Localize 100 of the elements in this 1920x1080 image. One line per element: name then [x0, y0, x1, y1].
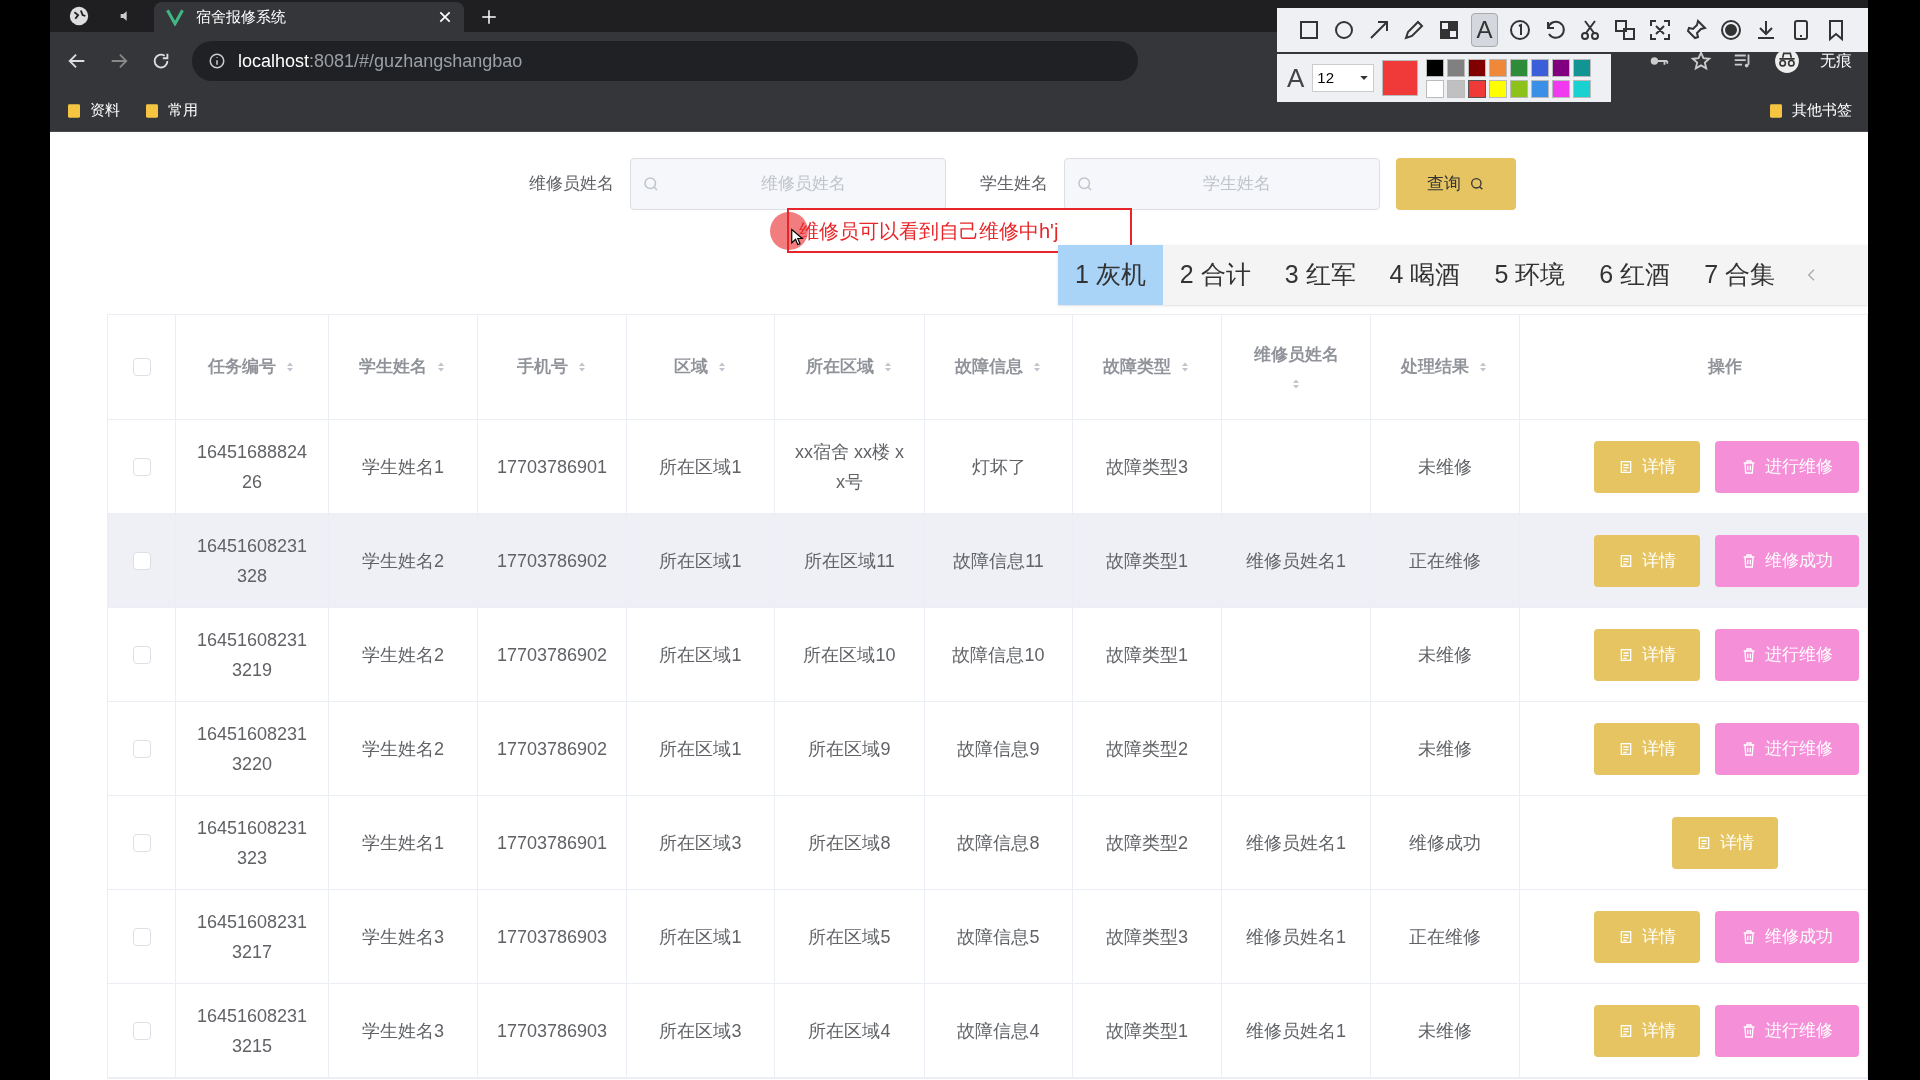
table-cell-text: 学生姓名2: [362, 737, 444, 761]
table-cell-text: 1645168882426: [196, 440, 308, 494]
repair-button[interactable]: 进行维修: [1715, 1004, 1859, 1057]
column-header[interactable]: 任务编号: [208, 354, 296, 380]
table-cell-text: 17703786902: [496, 549, 608, 573]
column-header[interactable]: 处理结果: [1401, 354, 1489, 380]
globe-icon[interactable]: [68, 5, 90, 27]
ime-candidate[interactable]: 7 合集: [1687, 245, 1792, 305]
color-swatch[interactable]: [1468, 58, 1487, 77]
ime-candidate[interactable]: 5 环境: [1477, 245, 1583, 305]
table-cell-text: 正在维修: [1409, 925, 1481, 949]
color-swatch[interactable]: [1510, 58, 1529, 77]
checkbox[interactable]: [132, 1021, 151, 1040]
table-cell-text: 所在区域1: [659, 925, 742, 949]
trash-icon: [1741, 1022, 1757, 1039]
column-header[interactable]: 学生姓名: [359, 354, 447, 380]
table-cell-text: 故障信息10: [952, 643, 1045, 667]
column-header[interactable]: 故障类型: [1103, 354, 1191, 380]
repair-button[interactable]: 维修成功: [1715, 910, 1859, 963]
color-swatch[interactable]: [1573, 58, 1592, 77]
detail-button[interactable]: 详情: [1594, 440, 1700, 493]
repair-button[interactable]: 进行维修: [1715, 628, 1859, 681]
column-header[interactable]: 故障信息: [954, 354, 1043, 380]
column-header[interactable]: 操作: [1707, 354, 1742, 380]
column-header[interactable]: 维修员姓名: [1253, 342, 1339, 392]
color-swatch[interactable]: [1447, 58, 1466, 77]
detail-button[interactable]: 详情: [1594, 722, 1700, 775]
table-cell-text: 17703786902: [496, 643, 608, 667]
color-swatch[interactable]: [1531, 79, 1550, 98]
detail-button[interactable]: 详情: [1594, 910, 1700, 963]
color-swatch[interactable]: [1510, 79, 1529, 98]
table-cell-text: 学生姓名1: [362, 831, 444, 855]
caret-icon: [1359, 73, 1370, 83]
document-icon: [1618, 646, 1634, 663]
detail-button[interactable]: 详情: [1594, 534, 1700, 587]
bookmark-link[interactable]: 资料: [66, 99, 120, 122]
checkbox[interactable]: [132, 645, 151, 664]
color-swatch[interactable]: [1447, 79, 1466, 98]
table-cell-text: 故障类型1: [1106, 549, 1188, 573]
repair-button[interactable]: 进行维修: [1715, 722, 1859, 775]
bookmark-link[interactable]: 常用: [144, 99, 198, 122]
checkbox[interactable]: [132, 927, 151, 946]
table-cell-text: 17703786902: [496, 737, 608, 761]
checkbox[interactable]: [132, 457, 151, 476]
trash-icon: [1741, 646, 1757, 663]
current-color-swatch[interactable]: [1382, 60, 1419, 96]
repair-button[interactable]: 进行维修: [1715, 440, 1859, 493]
table-cell-text: 17703786901: [496, 455, 608, 479]
font-label: A: [1287, 61, 1305, 95]
browser-tab[interactable]: 宿舍报修系统: [154, 2, 464, 32]
table-cell-text: 所在区域1: [659, 737, 742, 761]
table-cell-text: 学生姓名3: [362, 1019, 444, 1043]
folder-icon: [144, 101, 160, 120]
color-swatch[interactable]: [1552, 58, 1571, 77]
color-swatch[interactable]: [1468, 79, 1487, 98]
color-swatch[interactable]: [1489, 79, 1508, 98]
color-swatch[interactable]: [1426, 79, 1445, 98]
color-swatch[interactable]: [1426, 58, 1445, 77]
checkbox[interactable]: [132, 739, 151, 758]
detail-button[interactable]: 详情: [1671, 816, 1778, 869]
close-icon[interactable]: [438, 10, 452, 24]
repair-button[interactable]: 维修成功: [1715, 534, 1859, 587]
detail-button[interactable]: 详情: [1594, 628, 1700, 681]
ime-candidate[interactable]: 2 合计: [1162, 245, 1268, 305]
text-tool[interactable]: A: [1470, 13, 1499, 47]
query-button[interactable]: 查询: [1396, 158, 1516, 210]
ime-candidate[interactable]: 6 红酒: [1582, 245, 1688, 305]
star-icon[interactable]: [1690, 50, 1712, 72]
table-cell-text: 故障信息9: [957, 737, 1040, 761]
checkbox[interactable]: [132, 833, 151, 852]
ime-candidate[interactable]: 4 喝酒: [1372, 245, 1478, 305]
folder-icon: [66, 101, 82, 120]
column-header[interactable]: 区域: [673, 354, 728, 380]
ime-candidate[interactable]: 1 灰机: [1058, 245, 1163, 305]
checkbox[interactable]: [132, 358, 151, 376]
detail-button[interactable]: 详情: [1594, 1004, 1700, 1057]
column-header[interactable]: 手机号: [516, 354, 588, 380]
table-cell-text: 未维修: [1418, 737, 1472, 761]
profile-label[interactable]: 无痕: [1820, 49, 1852, 73]
field-label: 学生姓名: [979, 173, 1049, 196]
checkbox[interactable]: [132, 551, 151, 570]
address-bar[interactable]: localhost:8081/#/guzhangshangbao: [192, 41, 1138, 81]
ime-candidate[interactable]: 3 红军: [1267, 245, 1373, 305]
color-swatch[interactable]: [1573, 79, 1592, 98]
table-cell-text: 故障类型3: [1106, 455, 1188, 479]
table-cell-text: 16451608231323: [196, 816, 308, 870]
font-size-dropdown[interactable]: 12: [1312, 64, 1375, 92]
document-icon: [1618, 740, 1634, 757]
new-tab-icon[interactable]: [480, 8, 498, 26]
table-cell-text: 维修成功: [1409, 831, 1481, 855]
search-icon: [642, 175, 660, 193]
bookmark-link[interactable]: 其他书签: [1768, 99, 1852, 122]
table-cell-text: 所在区域3: [659, 831, 742, 855]
table-cell-text: 所在区域1: [659, 549, 742, 573]
table-cell-text: 所在区域9: [808, 737, 891, 761]
column-header[interactable]: 所在区域: [805, 354, 894, 380]
color-swatch[interactable]: [1552, 79, 1571, 98]
table-cell-text: 故障信息8: [957, 831, 1040, 855]
color-swatch[interactable]: [1489, 58, 1508, 77]
color-swatch[interactable]: [1531, 58, 1550, 77]
